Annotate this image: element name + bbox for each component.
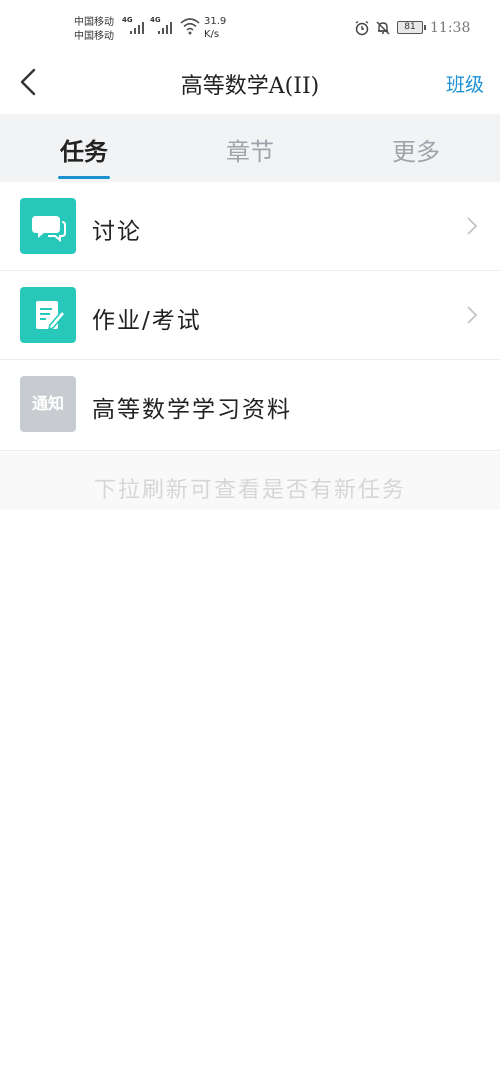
page-title: 高等数学A(II) [180, 74, 320, 99]
pull-refresh-area: 下拉刷新可查看是否有新任务 [0, 452, 500, 510]
class-button[interactable]: 班级 [446, 70, 484, 97]
speed-unit: K/s [204, 29, 220, 40]
carrier-1: 中国移动 [74, 17, 114, 28]
tab-tasks[interactable]: 任务 [24, 132, 144, 167]
edit-document-icon [20, 287, 76, 343]
list-item-discussion[interactable]: 讨论 [0, 182, 500, 271]
tab-chapters[interactable]: 章节 [190, 132, 310, 167]
list-item-homework-exam[interactable]: 作业/考试 [0, 271, 500, 360]
speed-value: 31.9 [204, 16, 227, 27]
top-nav-bar: 高等数学A(II) 班级 [0, 50, 500, 114]
chat-bubble-icon [20, 198, 76, 254]
mute-icon [376, 21, 390, 35]
chevron-right-icon [467, 306, 478, 324]
list-item-label: 作业/考试 [92, 308, 202, 334]
list-item-notice[interactable]: 通知 高等数学学习资料 [0, 360, 500, 451]
tab-more[interactable]: 更多 [356, 132, 476, 167]
wifi-icon [180, 18, 200, 35]
list-item-label: 高等数学学习资料 [92, 397, 292, 423]
chevron-right-icon [467, 217, 478, 235]
task-list: 讨论 作业/考试 通知 高等数学学习资料 [0, 182, 500, 451]
list-item-label: 讨论 [92, 219, 142, 245]
pull-refresh-hint: 下拉刷新可查看是否有新任务 [93, 478, 406, 503]
status-time: 11:38 [430, 20, 471, 36]
carrier-labels: 中国移动 中国移动 [74, 16, 114, 44]
carrier-2: 中国移动 [74, 31, 114, 42]
tab-bar: 任务 章节 更多 [0, 114, 500, 182]
active-tab-indicator [58, 176, 110, 179]
alarm-icon [355, 20, 369, 36]
notice-icon: 通知 [20, 376, 76, 432]
battery-indicator: 81 [397, 21, 426, 34]
network-speed: 31.9 K/s [204, 15, 226, 41]
status-bar: 中国移动 中国移动 4G 4G 31.9 K/s 81 11:38 [0, 0, 500, 50]
